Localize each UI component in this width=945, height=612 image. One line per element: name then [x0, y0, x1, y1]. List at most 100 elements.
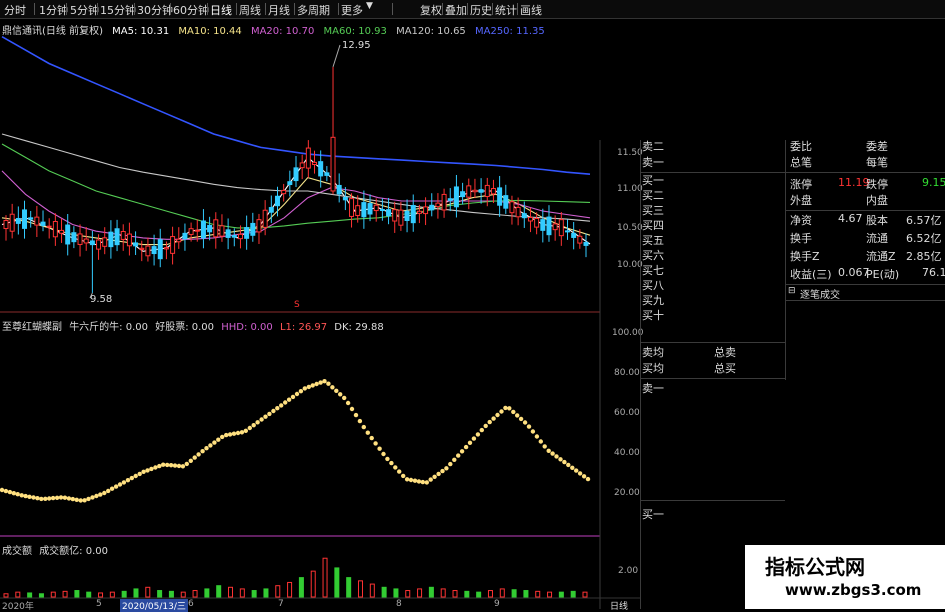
candle-body: [490, 188, 496, 195]
q-zongbi: 总笔: [790, 156, 812, 169]
ob-buy4: 买四: [642, 219, 664, 232]
candle-body: [182, 232, 188, 240]
osc-ytick: 100.00: [612, 328, 644, 338]
volume-bar: [38, 593, 44, 598]
candle-body: [484, 184, 490, 198]
candle-body: [534, 217, 540, 228]
q-liutongz-val: 2.85亿: [906, 250, 942, 263]
osc-dot: [157, 463, 162, 469]
candle-body: [373, 204, 379, 212]
candle-body: [139, 247, 145, 250]
osc-dot: [444, 466, 449, 471]
candle-body: [305, 147, 311, 169]
candle-body: [509, 201, 515, 214]
volume-bar: [74, 590, 80, 598]
q-weibi: 委比: [790, 140, 812, 153]
osc-dot: [180, 464, 186, 469]
candle-body: [89, 240, 95, 246]
candle-body: [120, 231, 126, 240]
osc-dot: [357, 418, 363, 424]
osc-dot: [467, 440, 473, 445]
candle-body: [410, 205, 416, 224]
osc-dot: [397, 469, 402, 474]
osc-dot: [503, 405, 508, 411]
q-jingzi-val: 4.67: [838, 212, 863, 225]
volume-bar: [452, 590, 458, 598]
volume-bar: [109, 591, 115, 598]
osc-dot: [577, 471, 583, 476]
watermark-title: 指标公式网: [765, 555, 865, 579]
osc-dot: [365, 430, 370, 435]
osc-dot: [263, 414, 268, 419]
collapse-icon[interactable]: ⊟: [788, 286, 796, 296]
high-annotation: 12.95: [342, 40, 371, 51]
candle-body: [176, 238, 182, 243]
osc-dot: [86, 496, 91, 502]
volume-bar: [499, 588, 505, 598]
q-waipan: 外盘: [790, 194, 812, 207]
candle-body: [571, 232, 577, 238]
osc-dot: [570, 465, 575, 470]
volume-bar: [487, 590, 493, 598]
osc-dot: [326, 381, 331, 386]
osc-dot: [459, 449, 465, 454]
osc-dot: [243, 428, 248, 433]
osc-dot: [125, 478, 131, 483]
watermark-url: www.zbgs3.com: [785, 581, 922, 599]
osc-dot: [235, 430, 241, 436]
osc-dot: [361, 424, 366, 430]
osc-dot: [255, 420, 260, 425]
volume-bar: [310, 570, 316, 598]
osc-hhd: HHD: 0.00: [221, 322, 273, 333]
vol-ytick: 2.00: [618, 566, 639, 576]
osc-dot: [109, 486, 115, 491]
osc-dot: [259, 417, 264, 422]
osc-dot: [432, 474, 437, 479]
date-label: 5: [96, 599, 102, 609]
vol-name: 成交额: [2, 546, 32, 557]
osc-dot: [247, 425, 252, 431]
q-liutongz: 流通Z: [866, 250, 896, 263]
osc-dot: [479, 427, 484, 433]
osc-dot: [239, 430, 245, 435]
osc-dot: [507, 406, 512, 411]
volume-bar: [133, 588, 139, 598]
osc-dot: [200, 449, 205, 454]
main-candlestick-chart[interactable]: [1, 36, 591, 299]
volume-bar: [180, 591, 186, 598]
osc-dot: [149, 466, 154, 472]
osc-dot: [47, 496, 52, 501]
trade-detail-title[interactable]: 逐笔成交: [800, 286, 840, 301]
osc-dot: [113, 484, 119, 489]
candle-body: [453, 186, 459, 208]
osc-dot: [385, 456, 390, 462]
osc-ytick: 60.00: [614, 408, 640, 418]
volume-bar: [27, 592, 33, 598]
volume-bar: [287, 581, 293, 598]
ma-line-ma250: [1, 36, 591, 175]
volume-bar: [405, 590, 411, 598]
osc-dot: [283, 400, 288, 405]
candle-body: [231, 234, 237, 238]
osc-dot: [212, 440, 217, 445]
candle-body: [163, 247, 169, 250]
osc-dot: [43, 496, 48, 501]
osc-dot: [220, 434, 225, 440]
candle-body: [552, 223, 558, 231]
osc-dot: [54, 495, 60, 500]
osc-dot: [66, 496, 72, 501]
candle-body: [71, 232, 77, 243]
volume-bar: [3, 593, 9, 598]
volume-bar: [263, 588, 269, 598]
candle-body: [52, 221, 58, 238]
oscillator-chart[interactable]: [0, 379, 591, 503]
osc-dot: [389, 460, 394, 466]
osc-dot: [338, 392, 343, 397]
q-liutong-val: 6.52亿: [906, 232, 942, 245]
q-jingzi: 净资: [790, 214, 812, 227]
osc-dot: [133, 473, 138, 479]
volume-chart[interactable]: [3, 557, 588, 598]
high-pointer: [332, 44, 341, 68]
q-shouyi-val: 0.067: [838, 266, 870, 279]
candle-body: [133, 242, 139, 247]
